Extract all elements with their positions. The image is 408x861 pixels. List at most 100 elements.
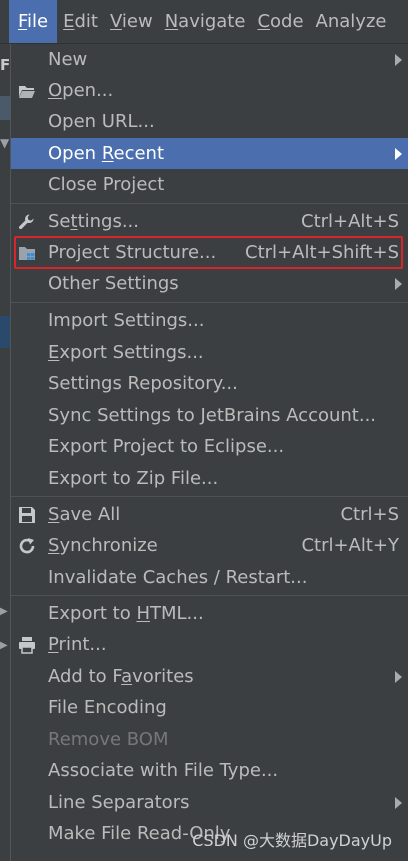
menu-item-save-all-mnemonic: S [48,504,60,525]
menu-item-settings-label: Settings... [48,206,139,237]
menu-analyze[interactable]: Analyze [310,0,393,43]
menu-item-new-label: New [48,49,88,70]
menu-view-label: iew [121,11,153,32]
menu-edit-label: dit [74,11,98,32]
menu-item-settings-repository[interactable]: Settings Repository... [11,368,408,399]
menu-navigate-label: avigate [178,11,246,32]
menu-item-print-mnemonic: P [48,634,59,655]
menu-item-new[interactable]: New [11,44,408,75]
menu-code[interactable]: Code [251,0,309,43]
menu-item-save-all-rest: ave All [59,504,121,525]
watermark: CSDN @大数据DayDayUp [192,831,392,850]
menu-item-sync-settings[interactable]: Sync Settings to JetBrains Account... [11,400,408,431]
menu-item-export-eclipse[interactable]: Export Project to Eclipse... [11,431,408,462]
ide-background-strip: F ▼ ▶ ▶ [0,44,10,861]
menu-item-open-url-label: Open URL... [48,111,155,132]
menu-item-export-eclipse-label: Export Project to Eclipse... [48,436,285,457]
menu-item-open-recent[interactable]: Open Recent [11,138,408,169]
menu-item-synchronize[interactable]: Synchronize Ctrl+Alt+Y [11,530,408,561]
menu-item-settings-mnemonic: t [70,211,78,232]
refresh-icon [19,538,35,554]
submenu-arrow-icon [395,797,402,809]
menu-item-export-settings-label: Export Settings... [48,337,204,368]
menu-item-open-mnemonic: O [48,80,63,101]
side-arrow-right-icon: ▶ [0,606,8,617]
menu-item-other-settings-label: Other Settings [48,273,179,294]
menu-navigate-mnemonic: N [164,11,179,32]
menu-item-file-encoding-label: File Encoding [48,697,167,718]
menu-item-open-rest: pen... [62,80,114,101]
side-selected-block [0,316,10,348]
menu-edit[interactable]: Edit [57,0,104,43]
menu-file[interactable]: File [9,0,58,43]
menu-item-open-url[interactable]: Open URL... [11,106,408,137]
menu-analyze-label: Analyze [315,11,387,32]
side-letter: F [0,56,11,74]
menu-item-print-rest: rint... [58,634,107,655]
menu-item-import-settings-label: Import Settings... [48,310,205,331]
menu-item-open-recent-rest: ecent [113,143,165,164]
menu-item-print[interactable]: Print... [11,629,408,660]
menu-item-export-html-rest: TML... [149,603,204,624]
menu-item-open-recent-label: Open Recent [48,138,164,169]
menu-item-settings-pre: Se [48,211,71,232]
menu-item-export-zip-label: Export to Zip File... [48,468,219,489]
menu-item-settings-shortcut: Ctrl+Alt+S [301,211,399,232]
menu-item-synchronize-shortcut: Ctrl+Alt+Y [301,535,399,556]
save-icon [19,507,35,523]
menu-item-export-zip[interactable]: Export to Zip File... [11,463,408,494]
menu-item-add-to-favorites[interactable]: Add to Favorites [11,661,408,692]
menu-file-mnemonic: F [18,11,28,32]
menu-item-open-recent-pre: Open [48,143,102,164]
menu-item-sync-settings-label: Sync Settings to JetBrains Account... [48,405,377,426]
menu-item-invalidate-caches[interactable]: Invalidate Caches / Restart... [11,562,408,593]
menu-item-file-encoding[interactable]: File Encoding [11,692,408,723]
menu-item-line-separators-label: Line Separators [48,792,190,813]
menu-item-settings[interactable]: Settings... Ctrl+Alt+S [11,206,408,237]
menu-item-add-to-favorites-mnemonic: a [121,666,133,687]
menu-item-settings-repository-label: Settings Repository... [48,373,238,394]
separator [11,496,408,497]
menu-item-open[interactable]: Open... [11,75,408,106]
separator [11,595,408,596]
menu-item-export-html-mnemonic: H [136,603,150,624]
submenu-arrow-icon [395,148,402,160]
side-arrow-right-icon-2: ▶ [0,640,8,651]
menu-item-line-separators[interactable]: Line Separators [11,787,408,818]
project-structure-icon [19,247,35,260]
menu-item-project-structure[interactable]: Project Structure... Ctrl+Alt+Shift+S [11,237,408,268]
menu-item-remove-bom-label: Remove BOM [48,729,169,750]
menu-item-print-label: Print... [48,629,107,660]
menu-item-save-all[interactable]: Save All Ctrl+S [11,499,408,530]
menu-item-export-html-label: Export to HTML... [48,598,204,629]
menu-file-label: ile [27,11,49,32]
menu-item-save-all-shortcut: Ctrl+S [340,504,399,525]
menu-item-export-settings[interactable]: Export Settings... [11,337,408,368]
menu-view[interactable]: View [104,0,159,43]
separator [11,203,408,204]
menu-item-add-to-favorites-label: Add to Favorites [48,661,194,692]
printer-icon [19,637,35,654]
submenu-arrow-icon [395,671,402,683]
menu-item-save-all-label: Save All [48,499,120,530]
menu-item-import-settings[interactable]: Import Settings... [11,305,408,336]
side-block [0,96,10,120]
menu-item-export-html[interactable]: Export to HTML... [11,598,408,629]
menu-item-synchronize-rest: ynchronize [59,535,158,556]
menu-view-mnemonic: V [109,11,122,32]
menu-item-other-settings[interactable]: Other Settings [11,268,408,299]
menu-item-remove-bom: Remove BOM [11,724,408,755]
menu-code-mnemonic: C [257,11,271,32]
menu-item-export-settings-rest: xport Settings... [59,342,204,363]
menu-navigate[interactable]: Navigate [159,0,252,43]
separator [11,302,408,303]
menu-item-project-structure-shortcut: Ctrl+Alt+Shift+S [245,242,399,263]
menu-item-open-label: Open... [48,75,113,106]
menu-item-close-project[interactable]: Close Project [11,169,408,200]
side-arrow-down-icon: ▼ [0,136,10,150]
menu-item-export-html-pre: Export to [48,603,137,624]
menu-item-export-settings-mnemonic: E [48,342,60,363]
menu-item-project-structure-label: Project Structure... [48,242,217,263]
menu-item-add-to-favorites-rest: vorites [132,666,194,687]
menu-item-associate-file-type[interactable]: Associate with File Type... [11,755,408,786]
